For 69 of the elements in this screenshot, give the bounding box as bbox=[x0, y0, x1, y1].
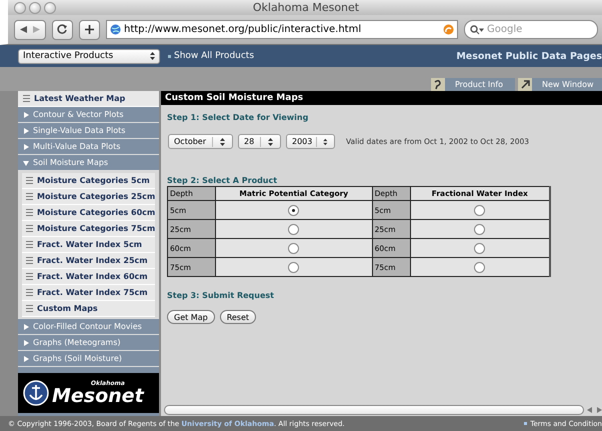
sidebar-link[interactable]: Moisture Categories 75cm bbox=[22, 221, 155, 237]
scroll-left-icon[interactable] bbox=[587, 406, 593, 412]
list-icon bbox=[26, 209, 33, 216]
get-map-button[interactable]: Get Map bbox=[167, 310, 215, 324]
logo-title: Mesonet bbox=[52, 386, 144, 406]
collapsed-arrow-icon[interactable] bbox=[23, 112, 29, 118]
zoom-button[interactable] bbox=[44, 2, 56, 14]
year-dropdown[interactable]: 2003 bbox=[286, 134, 335, 149]
radio-button[interactable] bbox=[474, 262, 486, 272]
list-icon bbox=[26, 305, 33, 312]
collapsed-arrow-icon[interactable] bbox=[23, 128, 29, 134]
window-title: Oklahoma Mesonet bbox=[252, 1, 360, 14]
scroll-right-icon[interactable] bbox=[596, 406, 602, 412]
stepper-arrows-icon bbox=[149, 51, 156, 61]
horizontal-scrollbar[interactable] bbox=[164, 404, 584, 414]
sidebar-link[interactable]: Custom Maps bbox=[22, 301, 155, 317]
sidebar-link[interactable]: Moisture Categories 5cm bbox=[22, 173, 155, 189]
sidebar-link[interactable]: Fract. Water Index 5cm bbox=[22, 237, 155, 253]
sidebar-link[interactable]: Fract. Water Index 25cm bbox=[22, 253, 155, 269]
step-heading: Step 1: Select Date for Viewing bbox=[167, 113, 308, 122]
month-dropdown[interactable]: October bbox=[168, 134, 233, 149]
list-icon bbox=[26, 273, 33, 280]
add-bookmark-button[interactable] bbox=[79, 20, 100, 40]
collapsed-arrow-icon[interactable] bbox=[23, 324, 29, 330]
arrow-icon bbox=[520, 79, 530, 90]
back-icon[interactable] bbox=[19, 25, 28, 34]
step-heading: Step 2: Select A Product bbox=[167, 176, 278, 185]
rss-icon[interactable] bbox=[443, 24, 454, 35]
collapsed-arrow-icon[interactable] bbox=[23, 356, 29, 362]
site-title: Mesonet Public Data Pages bbox=[456, 50, 602, 62]
day-dropdown[interactable]: 28 bbox=[238, 134, 281, 149]
plus-icon bbox=[84, 24, 95, 35]
list-icon bbox=[26, 225, 33, 232]
forward-icon[interactable] bbox=[32, 25, 41, 34]
list-icon bbox=[26, 241, 33, 248]
list-icon bbox=[26, 193, 33, 200]
globe-icon bbox=[110, 24, 121, 35]
product-dropdown[interactable]: Interactive Products bbox=[18, 48, 160, 64]
question-mark-icon bbox=[433, 79, 443, 90]
radio-button[interactable] bbox=[288, 224, 300, 234]
sidebar-link[interactable]: Latest Weather Map bbox=[18, 91, 159, 107]
radio-button[interactable] bbox=[474, 242, 486, 254]
emblem-icon bbox=[23, 380, 49, 406]
close-button[interactable] bbox=[14, 2, 26, 14]
expanded-arrow-icon[interactable] bbox=[23, 160, 29, 166]
list-icon bbox=[26, 257, 33, 264]
minimize-button[interactable] bbox=[29, 2, 41, 14]
sidebar-link[interactable]: Fract. Water Index 60cm bbox=[22, 269, 155, 285]
sidebar-link[interactable]: Moisture Categories 25cm bbox=[22, 189, 155, 205]
radio-button[interactable] bbox=[288, 242, 300, 254]
sidebar-link[interactable]: Moisture Categories 60cm bbox=[22, 205, 155, 221]
collapsed-arrow-icon[interactable] bbox=[23, 144, 29, 150]
radio-button[interactable] bbox=[474, 224, 486, 234]
search-icon bbox=[470, 24, 484, 34]
collapsed-arrow-icon[interactable] bbox=[23, 340, 29, 346]
list-icon bbox=[26, 289, 33, 296]
reload-button[interactable] bbox=[52, 20, 73, 40]
reset-button[interactable]: Reset bbox=[220, 310, 256, 324]
show-all-link[interactable]: Show All Products bbox=[174, 51, 254, 61]
sidebar-link[interactable]: Fract. Water Index 75cm bbox=[22, 285, 155, 301]
radio-button[interactable] bbox=[474, 204, 486, 216]
page-heading: Custom Soil Moisture Maps bbox=[161, 91, 602, 105]
radio-button[interactable] bbox=[288, 262, 300, 272]
address-field[interactable]: http://www.mesonet.org/public/interactive.html bbox=[106, 20, 458, 39]
radio-button[interactable] bbox=[288, 204, 300, 216]
reload-icon bbox=[57, 24, 68, 35]
list-icon bbox=[26, 177, 33, 184]
step-heading: Step 3: Submit Request bbox=[167, 291, 274, 300]
list-icon bbox=[23, 95, 30, 102]
